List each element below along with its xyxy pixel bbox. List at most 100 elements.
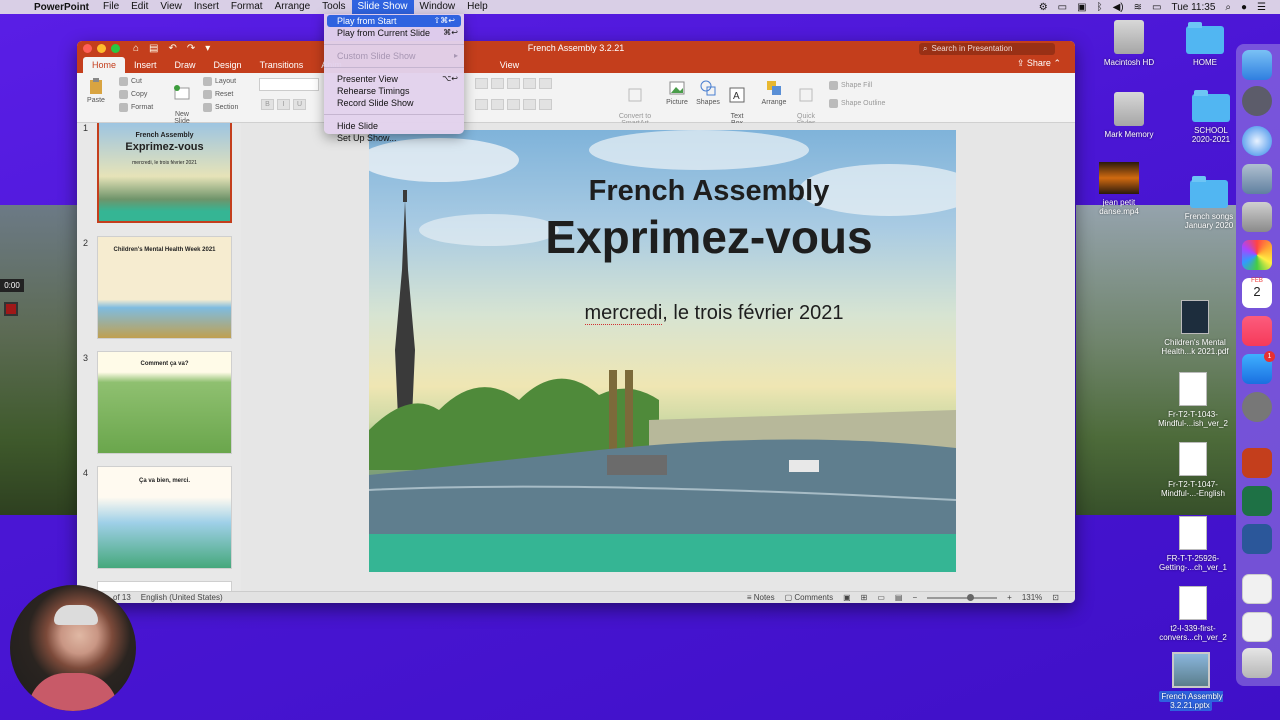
desktop-icon-mental-health-pdf[interactable]: Children's Mental Health...k 2021.pdf	[1155, 300, 1235, 356]
display-icon[interactable]: ▭	[1058, 2, 1067, 13]
language-indicator[interactable]: English (United States)	[141, 593, 223, 602]
format-painter-button[interactable]: Format	[119, 103, 153, 112]
calendar-icon[interactable]: FEB 2	[1242, 278, 1272, 308]
desktop-icon-macintosh-hd[interactable]: Macintosh HD	[1089, 20, 1169, 67]
notes-button[interactable]: ≡ Notes	[747, 593, 775, 602]
slide-thumbnail-3[interactable]: Comment ça va?	[97, 351, 232, 454]
record-button[interactable]	[4, 302, 18, 316]
bold-button[interactable]: B	[261, 99, 274, 110]
slide-thumbnail-5[interactable]	[97, 581, 232, 591]
fit-to-window-icon[interactable]: ⊡	[1052, 593, 1059, 602]
normal-view-icon[interactable]: ▣	[843, 593, 851, 602]
desktop-icon-french-assembly-pptx[interactable]: French Assembly 3.2.21.pptx	[1151, 652, 1231, 711]
bluetooth-icon[interactable]: ᛒ	[1097, 2, 1103, 13]
search-input[interactable]: ⌕ Search in Presentation	[919, 43, 1055, 55]
airplay-icon[interactable]: ▣	[1077, 2, 1086, 13]
underline-button[interactable]: U	[293, 99, 306, 110]
justify-button[interactable]	[523, 99, 536, 110]
section-button[interactable]: Section	[203, 103, 238, 112]
gear-icon[interactable]: ⚙	[1039, 2, 1048, 13]
zoom-slider[interactable]	[927, 593, 998, 601]
indent-button[interactable]	[507, 78, 520, 89]
tab-view[interactable]: View	[491, 57, 528, 73]
powerpoint-dock-icon[interactable]	[1242, 448, 1272, 478]
search-icon[interactable]: ⌕	[1225, 2, 1231, 13]
menu-tools[interactable]: Tools	[316, 0, 351, 14]
trash-icon[interactable]	[1242, 648, 1272, 678]
tab-draw[interactable]: Draw	[166, 57, 205, 73]
zoom-slider-knob[interactable]	[967, 593, 975, 601]
menu-format[interactable]: Format	[225, 0, 269, 14]
convert-smartart-button[interactable]: Convert to SmartArt	[613, 79, 657, 127]
reset-button[interactable]: Reset	[203, 90, 233, 99]
layout-button[interactable]: Layout	[203, 77, 236, 86]
music-icon[interactable]	[1242, 316, 1272, 346]
align-right-button[interactable]	[507, 99, 520, 110]
slide-heading[interactable]: Exprimez-vous	[509, 210, 909, 264]
outdent-button[interactable]	[523, 78, 536, 89]
numbering-button[interactable]	[491, 78, 504, 89]
system-preferences-icon[interactable]	[1242, 392, 1272, 422]
desktop-icon-mark-memory[interactable]: Mark Memory	[1089, 92, 1169, 139]
quick-styles-button[interactable]: Quick Styles	[791, 79, 821, 127]
comments-button[interactable]: ▢ Comments	[785, 593, 833, 602]
zoom-level[interactable]: 131%	[1022, 593, 1042, 602]
slide-sorter-icon[interactable]: ⊞	[861, 593, 868, 602]
menu-item-record-slide-show[interactable]: Record Slide Show	[324, 97, 464, 109]
current-slide[interactable]: French Assembly Exprimez-vous mercredi, …	[369, 130, 956, 572]
menu-help[interactable]: Help	[461, 0, 494, 14]
bullets-button[interactable]	[475, 78, 488, 89]
shape-outline-button[interactable]: Shape Outline	[829, 99, 885, 108]
share-button[interactable]: ⇪ Share ⌃	[1017, 58, 1061, 69]
slide-thumbnail-1[interactable]: French Assembly Exprimez-vous mercredi, …	[97, 123, 232, 223]
menubar-app-name[interactable]: PowerPoint	[30, 2, 97, 13]
new-slide-button[interactable]: New Slide	[169, 77, 195, 125]
app-store-icon[interactable]: 1	[1242, 351, 1275, 384]
menu-item-presenter-view[interactable]: Presenter View ⌥↩	[324, 73, 464, 85]
slide-date[interactable]: mercredi, le trois février 2021	[509, 302, 919, 325]
italic-button[interactable]: I	[277, 99, 290, 110]
cut-button[interactable]: Cut	[119, 77, 142, 86]
zoom-in-icon[interactable]: +	[1007, 593, 1012, 602]
control-center-icon[interactable]: ☰	[1257, 2, 1266, 13]
excel-icon[interactable]	[1242, 486, 1272, 516]
align-center-button[interactable]	[491, 99, 504, 110]
battery-icon[interactable]: ▭	[1152, 2, 1161, 13]
desktop-icon-home[interactable]: HOME	[1165, 22, 1245, 67]
menu-insert[interactable]: Insert	[188, 0, 225, 14]
columns-button[interactable]	[539, 99, 552, 110]
slide-thumbnails-panel[interactable]: 1 French Assembly Exprimez-vous mercredi…	[77, 123, 241, 591]
volume-icon[interactable]: ◀)	[1113, 2, 1124, 13]
launchpad-icon[interactable]	[1242, 86, 1272, 116]
tab-transitions[interactable]: Transitions	[251, 57, 313, 73]
photos-icon[interactable]	[1242, 240, 1272, 270]
user-icon[interactable]: ●	[1241, 2, 1247, 13]
tab-home[interactable]: Home	[83, 57, 126, 73]
menu-item-set-up-show[interactable]: Set Up Show...	[324, 132, 464, 144]
desktop-icon-fr-25926[interactable]: FR-T-T-25926- Getting-...ch_ver_1	[1153, 516, 1233, 572]
downloads-icon[interactable]	[1242, 612, 1272, 642]
copy-button[interactable]: Copy	[119, 90, 147, 99]
desktop-icon-fr-1047[interactable]: Fr-T2-T-1047- Mindful-...-English	[1153, 442, 1233, 498]
safari-icon[interactable]	[1242, 126, 1272, 156]
shapes-button[interactable]: Shapes	[694, 79, 722, 106]
text-box-button[interactable]: A Text Box	[725, 79, 749, 127]
arrange-button[interactable]: Arrange	[759, 79, 789, 106]
align-left-button[interactable]	[475, 99, 488, 110]
reading-view-icon[interactable]: ▭	[877, 593, 885, 602]
menu-view[interactable]: View	[154, 0, 188, 14]
line-spacing-button[interactable]	[539, 78, 552, 89]
presenter-icon[interactable]: ▤	[895, 593, 903, 602]
slide-thumbnail-4[interactable]: Ça va bien, merci.	[97, 466, 232, 569]
menu-arrange[interactable]: Arrange	[269, 0, 317, 14]
menu-item-play-from-start[interactable]: Play from Start ⇧⌘↩	[327, 15, 461, 27]
menu-item-hide-slide[interactable]: Hide Slide	[324, 120, 464, 132]
clock[interactable]: Tue 11:35	[1171, 2, 1215, 13]
tab-design[interactable]: Design	[205, 57, 251, 73]
preview-icon[interactable]	[1242, 164, 1272, 194]
slide-title[interactable]: French Assembly	[509, 175, 909, 208]
menu-slide-show[interactable]: Slide Show	[351, 0, 414, 14]
picture-button[interactable]: Picture	[663, 79, 691, 106]
menu-edit[interactable]: Edit	[125, 0, 154, 14]
desktop-icon-t2-339[interactable]: t2-l-339-first- convers...ch_ver_2	[1153, 586, 1233, 642]
